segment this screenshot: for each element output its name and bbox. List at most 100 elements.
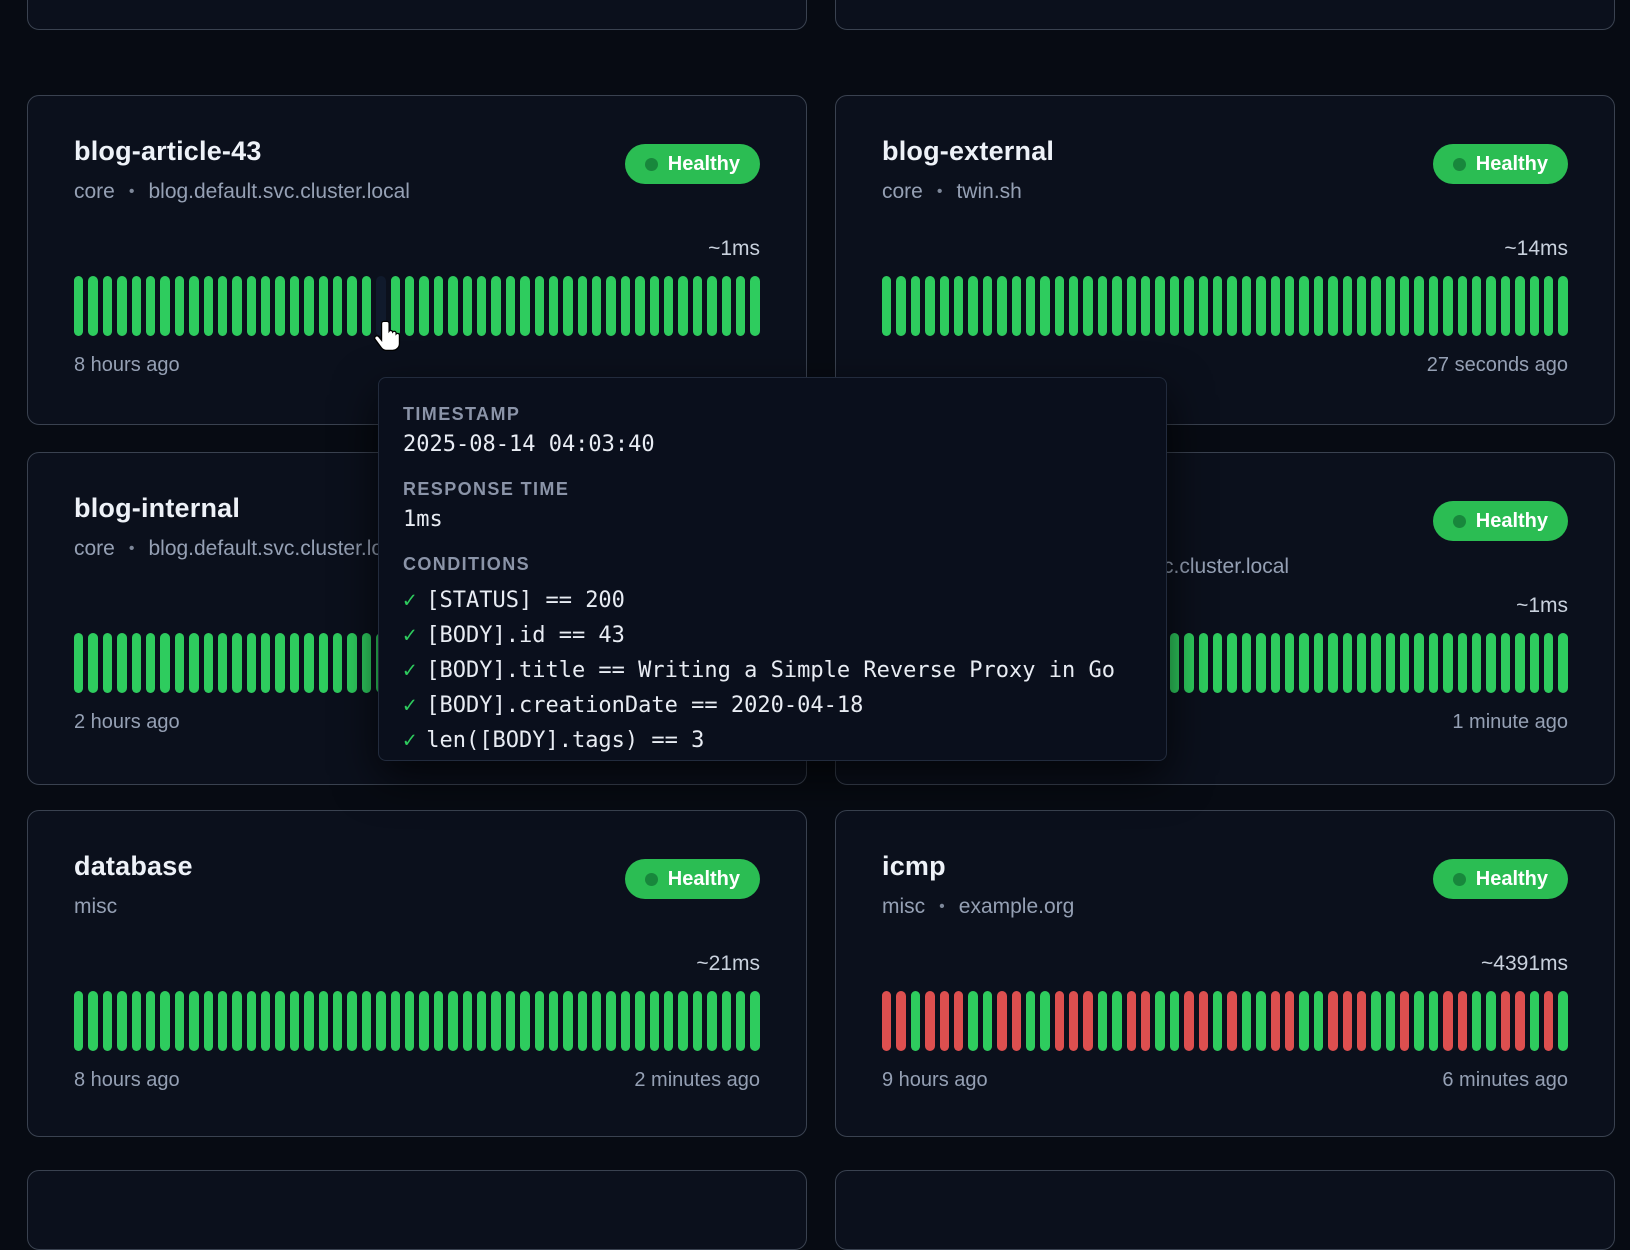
- status-bar[interactable]: [146, 633, 155, 693]
- status-bar[interactable]: [506, 991, 515, 1051]
- status-bar[interactable]: [750, 991, 759, 1051]
- status-bar[interactable]: [1256, 991, 1265, 1051]
- status-bar[interactable]: [549, 991, 558, 1051]
- status-bar[interactable]: [1155, 991, 1164, 1051]
- status-bar[interactable]: [491, 276, 500, 336]
- status-bar[interactable]: [563, 991, 572, 1051]
- status-bar[interactable]: [678, 276, 687, 336]
- status-bar[interactable]: [1285, 633, 1294, 693]
- status-bar[interactable]: [1242, 991, 1251, 1051]
- status-bar[interactable]: [1256, 276, 1265, 336]
- status-bar[interactable]: [477, 276, 486, 336]
- status-bar[interactable]: [1314, 633, 1323, 693]
- status-bar[interactable]: [1400, 633, 1409, 693]
- status-bar[interactable]: [319, 276, 328, 336]
- status-bar[interactable]: [563, 276, 572, 336]
- status-bar[interactable]: [1314, 276, 1323, 336]
- status-bar[interactable]: [1098, 991, 1107, 1051]
- status-bar[interactable]: [707, 276, 716, 336]
- status-bar[interactable]: [1271, 991, 1280, 1051]
- status-bar[interactable]: [247, 276, 256, 336]
- status-bar[interactable]: [103, 276, 112, 336]
- status-bar[interactable]: [578, 276, 587, 336]
- status-bar[interactable]: [1170, 991, 1179, 1051]
- status-bar[interactable]: [132, 276, 141, 336]
- status-bar[interactable]: [1328, 276, 1337, 336]
- status-bar[interactable]: [132, 633, 141, 693]
- status-bar[interactable]: [1285, 991, 1294, 1051]
- status-bar[interactable]: [319, 991, 328, 1051]
- status-bar[interactable]: [650, 276, 659, 336]
- status-bar[interactable]: [983, 991, 992, 1051]
- endpoint-card-database[interactable]: database misc Healthy ~21ms 8 hours ago …: [27, 810, 807, 1137]
- status-bar[interactable]: [606, 276, 615, 336]
- status-bar[interactable]: [290, 991, 299, 1051]
- status-bar[interactable]: [1472, 276, 1481, 336]
- status-bar[interactable]: [592, 991, 601, 1051]
- status-bar[interactable]: [1155, 276, 1164, 336]
- status-bar[interactable]: [405, 991, 414, 1051]
- status-bar[interactable]: [1544, 633, 1553, 693]
- status-bar[interactable]: [1299, 991, 1308, 1051]
- status-bar[interactable]: [1112, 276, 1121, 336]
- status-bar[interactable]: [882, 991, 891, 1051]
- status-bar[interactable]: [1098, 276, 1107, 336]
- status-bar[interactable]: [376, 276, 385, 336]
- status-bar[interactable]: [1199, 991, 1208, 1051]
- status-bar[interactable]: [520, 991, 529, 1051]
- status-bar[interactable]: [463, 991, 472, 1051]
- status-bar[interactable]: [1227, 991, 1236, 1051]
- status-bar[interactable]: [304, 276, 313, 336]
- status-bar[interactable]: [1443, 991, 1452, 1051]
- status-bar[interactable]: [1530, 276, 1539, 336]
- status-bar[interactable]: [1386, 633, 1395, 693]
- status-bar[interactable]: [1012, 991, 1021, 1051]
- status-bar[interactable]: [940, 991, 949, 1051]
- uptime-bars[interactable]: [882, 991, 1568, 1051]
- status-bar[interactable]: [204, 633, 213, 693]
- status-bar[interactable]: [1443, 276, 1452, 336]
- status-bar[interactable]: [1357, 633, 1366, 693]
- status-bar[interactable]: [1486, 276, 1495, 336]
- status-bar[interactable]: [477, 991, 486, 1051]
- status-bar[interactable]: [750, 276, 759, 336]
- status-bar[interactable]: [1458, 276, 1467, 336]
- status-bar[interactable]: [707, 991, 716, 1051]
- status-bar[interactable]: [722, 991, 731, 1051]
- status-bar[interactable]: [1055, 276, 1064, 336]
- status-bar[interactable]: [911, 991, 920, 1051]
- status-bar[interactable]: [88, 991, 97, 1051]
- status-bar[interactable]: [1256, 633, 1265, 693]
- status-bar[interactable]: [218, 991, 227, 1051]
- status-bar[interactable]: [117, 633, 126, 693]
- status-bar[interactable]: [175, 633, 184, 693]
- status-bar[interactable]: [1213, 633, 1222, 693]
- status-bar[interactable]: [911, 276, 920, 336]
- status-bar[interactable]: [189, 276, 198, 336]
- status-bar[interactable]: [304, 991, 313, 1051]
- status-bar[interactable]: [275, 633, 284, 693]
- status-bar[interactable]: [1558, 276, 1567, 336]
- status-bar[interactable]: [1429, 276, 1438, 336]
- status-bar[interactable]: [304, 633, 313, 693]
- status-bar[interactable]: [1486, 633, 1495, 693]
- status-bar[interactable]: [232, 276, 241, 336]
- status-bar[interactable]: [1343, 633, 1352, 693]
- status-bar[interactable]: [549, 276, 558, 336]
- uptime-bars[interactable]: [74, 991, 760, 1051]
- status-bar[interactable]: [997, 991, 1006, 1051]
- status-bar[interactable]: [434, 991, 443, 1051]
- status-bar[interactable]: [1227, 276, 1236, 336]
- status-bar[interactable]: [1141, 276, 1150, 336]
- status-bar[interactable]: [218, 633, 227, 693]
- status-bar[interactable]: [940, 276, 949, 336]
- status-bar[interactable]: [968, 991, 977, 1051]
- status-bar[interactable]: [635, 991, 644, 1051]
- status-bar[interactable]: [391, 991, 400, 1051]
- status-bar[interactable]: [1530, 991, 1539, 1051]
- status-bar[interactable]: [1083, 991, 1092, 1051]
- status-bar[interactable]: [74, 991, 83, 1051]
- status-bar[interactable]: [204, 276, 213, 336]
- status-bar[interactable]: [146, 991, 155, 1051]
- status-bar[interactable]: [1429, 991, 1438, 1051]
